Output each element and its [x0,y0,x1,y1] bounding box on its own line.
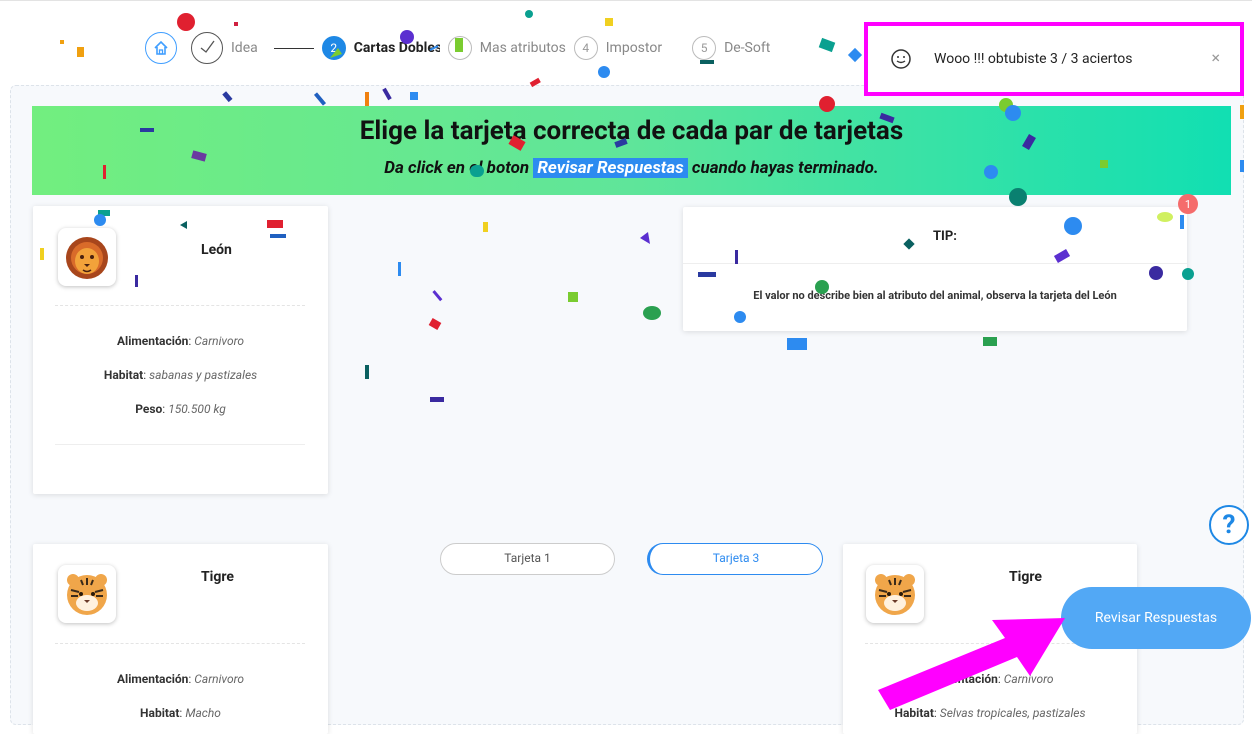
instructions-banner: Elige la tarjeta correcta de cada par de… [32,106,1231,195]
card-title: Tigre [1009,569,1042,585]
step-number: 2 [321,36,346,60]
step-impostor[interactable]: 4 Impostor [573,36,663,60]
tip-text: El valor no describe bien al atributo de… [753,289,1117,302]
card-divider [55,305,305,306]
step-label: Impostor [605,40,663,56]
step-de-soft[interactable]: 5 De-Soft [692,36,770,60]
help-button[interactable]: ? [1209,505,1249,545]
step-label: Mas atributos [479,40,566,56]
card-tiger-1[interactable]: Tigre Alimentación: Carnivoro Habitat: M… [33,544,328,734]
step-cartas-dobles[interactable]: 2 Cartas Dobles [321,36,440,60]
tiger-avatar [866,565,924,623]
close-icon[interactable]: × [1211,48,1220,67]
tip-title: TIP: [933,229,957,244]
top-divider [0,0,1252,6]
subtitle-pre: Da click en el boton [384,158,530,178]
card-divider [55,444,305,445]
card-attribute-alimentacion: Alimentación: Carnivoro [926,672,1054,686]
lion-avatar [58,228,116,286]
card-title: León [201,242,232,258]
step-connector [273,47,314,49]
banner-title: Elige la tarjeta correcta de cada par de… [359,116,904,146]
step-label: Cartas Dobles [353,40,440,56]
step-number: 3 [447,36,472,60]
home-icon[interactable] [145,32,177,64]
step-label: Idea [231,40,258,56]
tiger-avatar [58,565,116,623]
card-divider [55,643,305,644]
notification-message: Wooo !!! obtubiste 3 / 3 aciertos [934,51,1133,67]
card-attribute-alimentacion: Alimentación: Carnivoro [116,334,245,348]
step-idea[interactable]: Idea [231,40,258,56]
card-title: Tigre [201,569,234,585]
step-number: 5 [692,36,717,60]
progress-stepper: Idea 2 Cartas Dobles 3 Mas atributos 4 I… [145,30,778,66]
card-attribute-peso: Peso: 150.500 kg [135,402,226,416]
tip-divider [683,263,1187,264]
clock-icon [191,32,223,64]
choice-tarjeta-1[interactable]: Tarjeta 1 [440,543,615,575]
card-attribute-alimentacion: Alimentación: Carnivoro [116,672,245,686]
step-mas-atributos[interactable]: 3 Mas atributos [447,36,566,60]
card-attribute-habitat: Habitat: sabanas y pastizales [103,368,258,382]
choice-tarjeta-3[interactable]: Tarjeta 3 [647,543,823,575]
tip-badge: 1 [1178,194,1198,214]
step-label: De-Soft [724,40,771,56]
step-number: 4 [573,36,598,60]
subtitle-button-ref: Revisar Respuestas [533,158,688,178]
banner-subtitle: Da click en el boton Revisar Respuestas … [32,158,1231,178]
revisar-respuestas-button[interactable]: Revisar Respuestas [1061,587,1251,649]
result-notification: Wooo !!! obtubiste 3 / 3 aciertos × [864,22,1244,96]
card-attribute-habitat: Habitat: Selvas tropicales, pastizales [894,706,1086,720]
smile-icon [891,49,911,69]
subtitle-post: cuando hayas terminado. [691,158,879,178]
card-lion: León Alimentación: Carnivoro Habitat: sa… [33,206,328,494]
tip-card: TIP: El valor no describe bien al atribu… [683,207,1187,331]
card-attribute-habitat: Habitat: Macho [140,706,221,720]
